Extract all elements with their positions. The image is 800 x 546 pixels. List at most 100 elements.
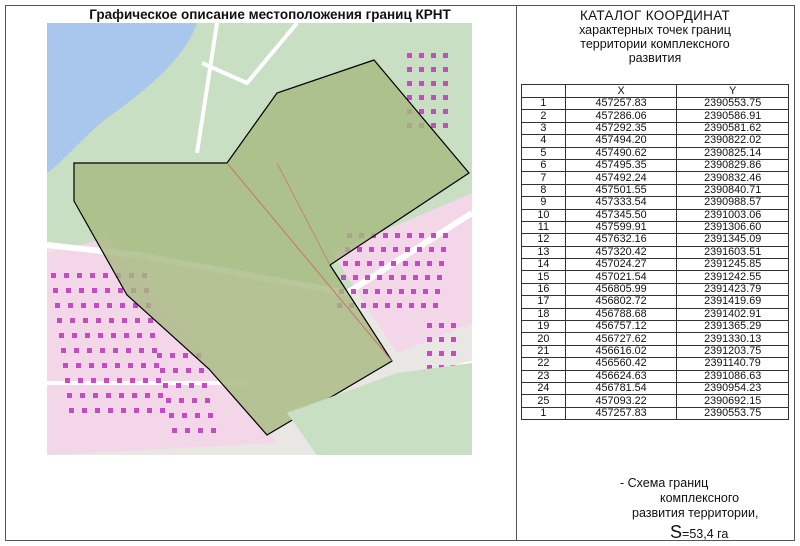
x-value: 456781.54 (564, 381, 678, 396)
x-value: 456727.62 (564, 332, 678, 346)
table-row: 1 457257.83 2390553.75 (521, 406, 789, 421)
building (61, 348, 66, 353)
point-number: 11 (521, 220, 566, 235)
table-row: 6 457495.35 2390829.86 (521, 158, 789, 173)
building (421, 303, 426, 308)
building (85, 333, 90, 338)
table-row: 9 457333.54 2390988.57 (521, 196, 789, 210)
building (355, 261, 360, 266)
point-number: 3 (521, 121, 566, 136)
building (367, 261, 372, 266)
building (351, 289, 356, 294)
building (68, 303, 73, 308)
x-value: 456757.12 (564, 320, 678, 334)
building (189, 383, 194, 388)
building (65, 378, 70, 383)
building (407, 53, 412, 58)
building (411, 289, 416, 294)
building (163, 383, 168, 388)
building (135, 318, 140, 323)
x-value: 457599.91 (564, 220, 678, 235)
building (192, 398, 197, 403)
table-row: 24 456781.54 2390954.23 (521, 381, 789, 396)
building (419, 53, 424, 58)
table-row: 12 457632.16 2391345.09 (521, 233, 789, 247)
building (152, 348, 157, 353)
building (124, 333, 129, 338)
building (427, 323, 432, 328)
map-canvas[interactable] (47, 23, 472, 455)
building (443, 233, 448, 238)
building (67, 393, 72, 398)
table-row: 14 457024.27 2391245.85 (521, 258, 789, 272)
x-value: 457495.35 (564, 158, 678, 173)
building (160, 368, 165, 373)
building (439, 351, 444, 356)
y-value: 2391330.13 (676, 332, 789, 346)
building (451, 351, 456, 356)
y-value: 2391140.79 (676, 357, 789, 371)
table-row: 20 456727.62 2391330.13 (521, 332, 789, 346)
point-number: 1 (521, 96, 566, 111)
building (401, 275, 406, 280)
map-title: Графическое описание местоположения гран… (89, 7, 451, 22)
table-row: 8 457501.55 2390840.71 (521, 183, 789, 198)
x-value: 457345.50 (564, 208, 678, 222)
building (118, 288, 123, 293)
building (53, 288, 58, 293)
y-value: 2391242.55 (676, 270, 789, 284)
y-value: 2390829.86 (676, 158, 789, 173)
building (74, 348, 79, 353)
building (122, 318, 127, 323)
building (145, 393, 150, 398)
building (419, 81, 424, 86)
point-number: 7 (521, 171, 566, 185)
building (427, 261, 432, 266)
y-value: 2391245.85 (676, 258, 789, 272)
building (78, 378, 83, 383)
building (375, 289, 380, 294)
table-row: 22 456560.42 2391140.79 (521, 357, 789, 371)
point-number: 9 (521, 196, 566, 210)
table-row: 4 457494.20 2390822.02 (521, 134, 789, 148)
y-value: 2391402.91 (676, 307, 789, 322)
map-view[interactable] (47, 23, 472, 455)
x-value: 457494.20 (564, 134, 678, 148)
building (357, 247, 362, 252)
building (391, 261, 396, 266)
catalog-title-line3: территории комплексного (580, 37, 730, 51)
building (198, 428, 203, 433)
building (63, 363, 68, 368)
building (439, 261, 444, 266)
building (431, 81, 436, 86)
building (55, 303, 60, 308)
building (90, 273, 95, 278)
building (170, 353, 175, 358)
x-value: 457490.62 (564, 146, 678, 160)
building (148, 318, 153, 323)
x-value: 456802.72 (564, 295, 678, 309)
x-value: 456616.02 (564, 344, 678, 359)
building (443, 81, 448, 86)
y-value: 2391365.29 (676, 320, 789, 334)
header-x: X (564, 84, 678, 98)
table-row: 5 457490.62 2390825.14 (521, 146, 789, 160)
area-symbol: S (670, 522, 683, 542)
building (128, 363, 133, 368)
building (369, 247, 374, 252)
building (83, 318, 88, 323)
building (431, 109, 436, 114)
x-value: 456788.68 (564, 307, 678, 322)
building (57, 318, 62, 323)
x-value: 457024.27 (564, 258, 678, 272)
table-row: 10 457345.50 2391003.06 (521, 208, 789, 222)
point-number: 6 (521, 158, 566, 173)
building (419, 109, 424, 114)
point-number: 14 (521, 258, 566, 272)
x-value: 456805.99 (564, 282, 678, 297)
table-row: 17 456802.72 2391419.69 (521, 295, 789, 309)
table-row: 1 457257.83 2390553.75 (521, 96, 789, 111)
x-value: 457093.22 (564, 394, 678, 408)
x-value: 457632.16 (564, 233, 678, 247)
y-value: 2390954.23 (676, 381, 789, 396)
